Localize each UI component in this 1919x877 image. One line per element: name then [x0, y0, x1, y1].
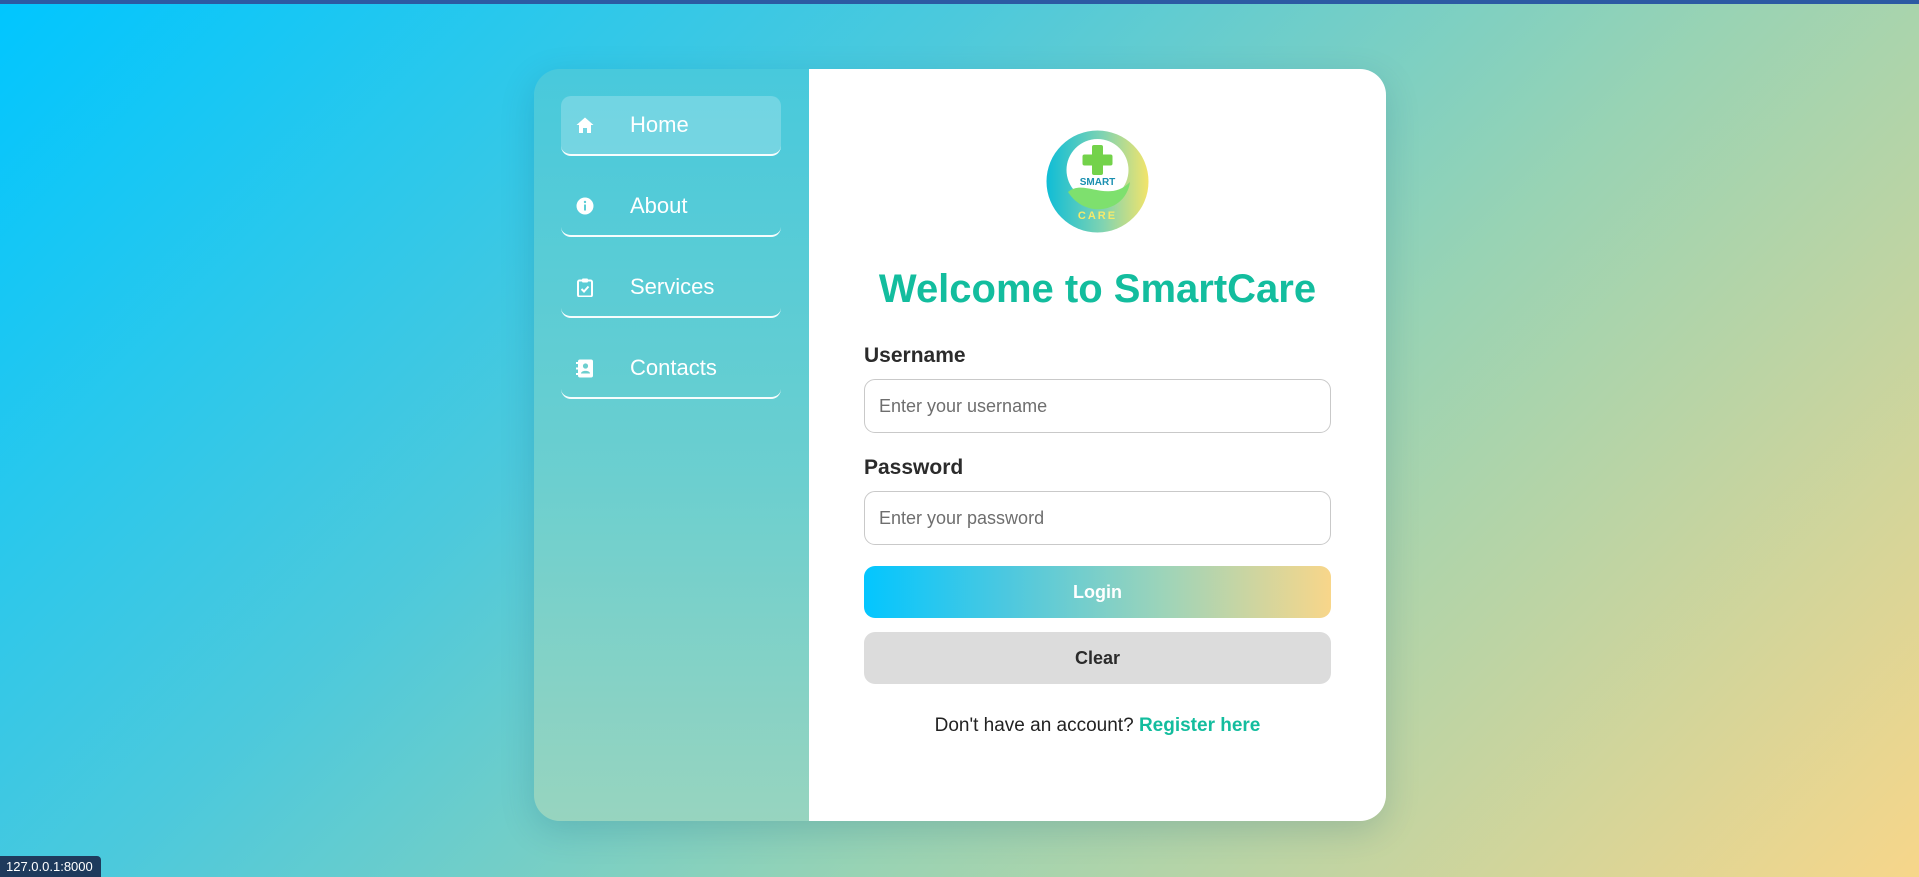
- home-icon: [574, 114, 596, 136]
- contact-book-icon: [574, 357, 596, 379]
- register-prompt: Don't have an account? Register here: [809, 715, 1386, 737]
- password-label: Password: [864, 456, 964, 479]
- info-icon: [574, 195, 596, 217]
- sidebar-item-contacts[interactable]: Contacts: [561, 339, 781, 399]
- sidebar-item-label: Home: [630, 112, 689, 137]
- login-button[interactable]: Login: [864, 566, 1331, 618]
- sidebar-item-services[interactable]: Services: [561, 258, 781, 318]
- login-panel: SMART CARE Welcome to SmartCare Username…: [809, 69, 1386, 821]
- clear-button[interactable]: Clear: [864, 632, 1331, 684]
- browser-top-bar: [0, 0, 1919, 4]
- svg-text:SMART: SMART: [1080, 177, 1116, 188]
- register-prompt-text: Don't have an account?: [934, 715, 1134, 736]
- login-card: Home About Services Contacts SMART CARE …: [534, 69, 1386, 821]
- username-input[interactable]: [864, 379, 1331, 433]
- svg-text:CARE: CARE: [1078, 210, 1117, 222]
- sidebar-item-label: Contacts: [630, 355, 717, 380]
- sidebar: Home About Services Contacts: [534, 69, 809, 821]
- clipboard-check-icon: [574, 276, 596, 298]
- smartcare-logo: SMART CARE: [1046, 130, 1149, 233]
- sidebar-item-about[interactable]: About: [561, 177, 781, 237]
- username-label: Username: [864, 344, 966, 367]
- page-title: Welcome to SmartCare: [878, 267, 1317, 311]
- status-bar-url: 127.0.0.1:8000: [0, 856, 101, 877]
- sidebar-item-home[interactable]: Home: [561, 96, 781, 156]
- password-input[interactable]: [864, 491, 1331, 545]
- sidebar-item-label: Services: [630, 274, 715, 299]
- register-link[interactable]: Register here: [1139, 715, 1260, 736]
- sidebar-item-label: About: [630, 193, 688, 218]
